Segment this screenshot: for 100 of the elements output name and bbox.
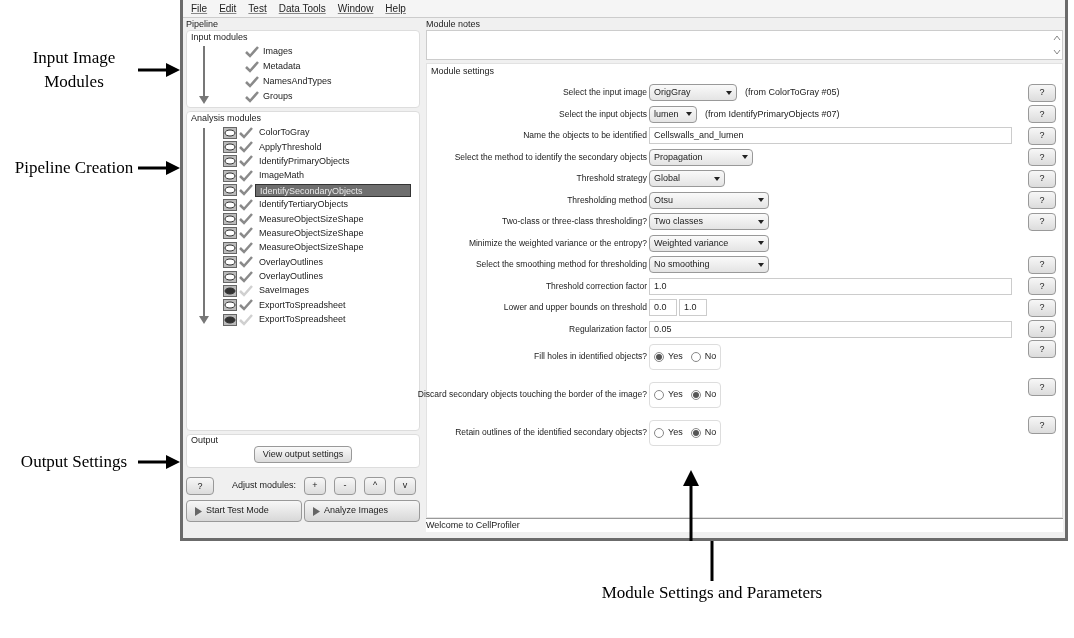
caret-icon — [742, 155, 748, 160]
help-button[interactable]: ? — [1028, 298, 1056, 317]
module-item[interactable]: SaveImages — [255, 284, 411, 298]
dropdown[interactable]: Weighted variance — [649, 234, 769, 252]
module-item[interactable]: OverlayOutlines — [255, 270, 411, 284]
help-button[interactable]: ? — [1028, 148, 1056, 167]
module-item[interactable]: Groups — [263, 90, 293, 104]
menu-item[interactable]: Data Tools — [278, 1, 326, 16]
module-item[interactable]: MeasureObjectSizeShape — [255, 226, 411, 240]
annotation-label: Pipeline Creation — [14, 157, 134, 179]
setting-label: Retain outlines of the identified secondary objects? — [455, 426, 647, 439]
setting-label: Select the input image — [562, 86, 647, 100]
help-button[interactable]: ? — [1028, 126, 1056, 145]
down-arrow-icon — [199, 45, 209, 104]
help-button[interactable]: ? — [1028, 378, 1056, 396]
down-arrow-icon — [199, 127, 209, 324]
adjust-button[interactable]: + — [304, 477, 326, 495]
setting-label: Two-class or three-class thresholding? — [501, 215, 647, 229]
eye-icon — [223, 227, 237, 240]
module-item[interactable]: ImageMath — [255, 169, 411, 183]
help-button[interactable]: ? — [1028, 169, 1056, 188]
input-field[interactable]: 1.0 — [649, 277, 1012, 295]
eye-icon — [223, 256, 237, 269]
view-output-settings-button[interactable]: View output settings — [253, 446, 353, 463]
caret-icon — [758, 219, 764, 224]
dropdown[interactable]: lumen — [649, 105, 697, 123]
right-arrow-icon — [138, 63, 180, 77]
radio-option[interactable]: Yes — [654, 388, 683, 402]
setting-label: Select the method to identify the secondary objects — [454, 150, 647, 164]
caret-icon — [714, 176, 720, 181]
radio-option[interactable]: Yes — [654, 350, 683, 364]
module-item[interactable]: IdentifyPrimaryObjects — [255, 154, 411, 168]
caret-icon — [726, 90, 732, 95]
checkmark-icon — [245, 46, 259, 58]
module-item[interactable]: IdentifySecondaryObjects — [255, 183, 411, 197]
menu-item[interactable]: File — [191, 1, 208, 16]
input-field[interactable]: 0.05 — [649, 320, 1012, 338]
help-button[interactable]: ? — [1028, 277, 1056, 296]
module-item[interactable]: ExportToSpreadsheet — [255, 298, 411, 312]
checkmark-icon — [245, 91, 259, 103]
help-button[interactable]: ? — [1028, 340, 1056, 358]
dropdown[interactable]: Otsu — [649, 191, 769, 209]
radio-option[interactable]: No — [690, 350, 717, 364]
adjust-button[interactable]: ^ — [364, 477, 386, 495]
radio-option[interactable]: No — [690, 426, 717, 440]
right-arrow-icon — [138, 161, 180, 175]
right-arrow-icon — [138, 455, 180, 469]
module-item[interactable]: MeasureObjectSizeShape — [255, 241, 411, 255]
radio-option[interactable]: No — [690, 388, 717, 402]
module-item[interactable]: IdentifyTertiaryObjects — [255, 198, 411, 212]
dropdown[interactable]: OrigGray — [649, 84, 737, 102]
module-item[interactable]: ExportToSpreadsheet — [255, 313, 411, 327]
adjust-button[interactable]: - — [334, 477, 356, 495]
run-button[interactable]: Analyze Images — [304, 500, 420, 522]
radio-option[interactable]: Yes — [654, 426, 683, 440]
eye-icon — [223, 270, 237, 283]
input-field[interactable]: 0.0 — [649, 299, 677, 317]
help-button[interactable]: ? — [1028, 212, 1056, 231]
notes-field[interactable] — [426, 30, 1063, 60]
eye-icon — [223, 241, 237, 254]
setting-label: Minimize the weighted variance or the entropy? — [468, 236, 647, 250]
module-item[interactable]: ColorToGray — [255, 126, 411, 140]
menu-item[interactable]: Edit — [219, 1, 237, 16]
dropdown[interactable]: No smoothing — [649, 256, 769, 274]
source-note: (from ColorToGray #05) — [745, 86, 840, 99]
checkmark-icon — [245, 61, 259, 73]
setting-label: Discard secondary objects touching the border of the image? — [417, 388, 647, 401]
setting-label: Lower and upper bounds on threshold — [503, 301, 647, 315]
caret-icon — [758, 262, 764, 267]
panel-title: Module notes — [426, 19, 482, 30]
module-item[interactable]: Images — [263, 45, 293, 59]
setting-label: Regularization factor — [569, 322, 647, 336]
module-item[interactable]: OverlayOutlines — [255, 255, 411, 269]
help-button[interactable]: ? — [1028, 105, 1056, 124]
module-item[interactable]: MeasureObjectSizeShape — [255, 212, 411, 226]
eye-icon — [223, 313, 237, 326]
caret-icon — [758, 241, 764, 246]
adjust-button[interactable]: v — [394, 477, 416, 495]
help-button[interactable]: ? — [1028, 416, 1056, 434]
dropdown[interactable]: Propagation — [649, 148, 753, 166]
help-button[interactable]: ? — [1028, 320, 1056, 339]
module-item[interactable]: Metadata — [263, 60, 301, 74]
help-button[interactable]: ? — [186, 477, 214, 495]
adjust-modules-label: Adjust modules: — [231, 479, 296, 493]
status-bar: Welcome to CellProfiler — [426, 518, 1063, 532]
module-item[interactable]: NamesAndTypes — [263, 75, 332, 89]
eye-icon — [223, 299, 237, 312]
help-button[interactable]: ? — [1028, 83, 1056, 102]
help-button[interactable]: ? — [1028, 255, 1056, 274]
setting-label: Thresholding method — [567, 193, 647, 207]
dropdown[interactable]: Global — [649, 170, 725, 188]
input-field[interactable]: 1.0 — [679, 299, 707, 317]
dropdown[interactable]: Two classes — [649, 213, 769, 231]
menu-item[interactable]: Help — [385, 1, 406, 16]
help-button[interactable]: ? — [1028, 191, 1056, 210]
run-button[interactable]: Start Test Mode — [186, 500, 302, 522]
input-field[interactable]: Cellswalls_and_lumen — [649, 127, 1012, 145]
menu-item[interactable]: Test — [248, 1, 267, 16]
menu-item[interactable]: Window — [337, 1, 374, 16]
module-item[interactable]: ApplyThreshold — [255, 140, 411, 154]
